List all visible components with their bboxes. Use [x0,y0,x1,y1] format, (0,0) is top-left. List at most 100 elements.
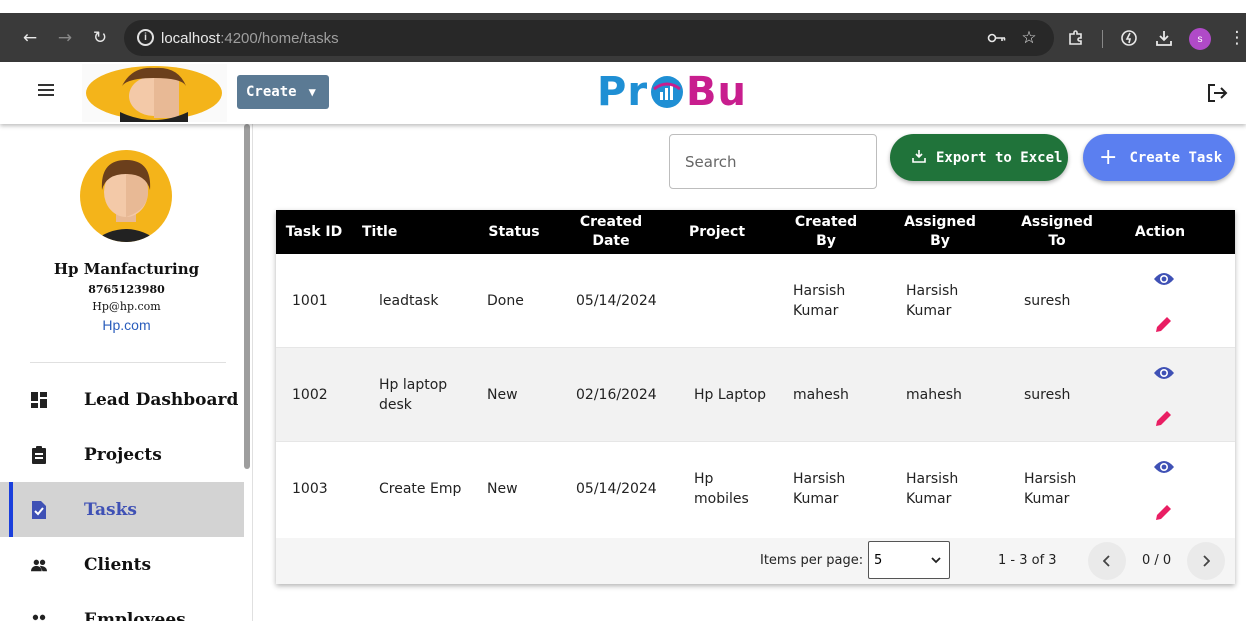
brand-chart-icon [651,76,684,108]
toolbar-separator [1102,30,1103,48]
cell-task-id: 1003 [292,481,328,497]
brand-text-left: Pr [597,69,649,115]
url-host: localhost [161,30,221,47]
cell-assigned-by: mahesh [906,387,962,403]
employees-icon [32,614,46,621]
items-per-page-label: Items per page: [760,553,864,568]
brand-text-right: Bu [686,69,748,115]
download-icon [912,149,926,167]
url-path: :4200/home/tasks [220,30,339,47]
clients-icon [31,559,47,571]
company-email: Hp@hp.com [92,300,161,313]
tasks-table: Task ID Title Status Created Date Projec… [276,210,1235,584]
caret-down-icon: ▼ [308,85,316,99]
edit-pencil-icon[interactable] [1156,410,1172,426]
cell-status: Done [487,293,524,309]
edit-pencil-icon[interactable] [1156,504,1172,520]
sidebar-item-label: Tasks [84,499,137,520]
view-eye-icon[interactable] [1153,459,1175,475]
download-icon[interactable] [1152,26,1176,50]
cell-title: Hp laptop desk [379,377,448,413]
company-avatar [80,150,172,242]
next-page-button[interactable] [1187,542,1225,580]
header-status: Status [488,223,540,240]
header-avatar [82,64,227,122]
sidebar-item-label: Clients [84,554,152,575]
performance-icon[interactable] [1117,26,1141,50]
header-created-by: Created By [794,214,858,249]
forward-arrow-icon[interactable]: → [51,13,79,62]
header-title: Title [362,223,398,240]
chevron-right-icon [1203,555,1210,567]
view-eye-icon[interactable] [1153,271,1175,287]
sidebar-item-clients[interactable]: Clients [0,537,244,592]
company-website-link[interactable]: Hp.com [0,317,253,333]
cell-status: New [487,481,518,497]
brand-logo: Pr Bu [597,69,748,115]
table-row: 1001 leadtask Done 05/14/2024 Harsish Ku… [276,254,1235,348]
sidebar-item-label: Employees [84,609,186,621]
cell-assigned-to: Harsish Kumar [1024,471,1077,507]
cell-assigned-by: Harsish Kumar [906,471,959,507]
sidebar: Hp Manfacturing 8765123980 Hp@hp.com Hp.… [0,124,253,621]
create-button-label: Create [246,84,297,100]
chevron-left-icon [1103,555,1110,567]
site-info-icon[interactable]: i [137,29,154,46]
items-per-page-select[interactable]: 5 [868,541,950,579]
cell-status: New [487,387,518,403]
page-range-label: 1 - 3 of 3 [998,553,1057,568]
cell-task-id: 1001 [292,293,328,309]
reload-icon[interactable]: ↻ [86,13,114,62]
sidebar-item-lead-dashboard[interactable]: Lead Dashboard [0,372,244,427]
menu-hamburger-icon[interactable] [38,84,54,98]
company-phone: 8765123980 [88,283,165,296]
header-task-id: Task ID [285,223,343,240]
export-button-label: Export to Excel [936,149,1063,166]
clipboard-icon [32,445,46,464]
search-input[interactable] [669,134,877,189]
edit-pencil-icon[interactable] [1156,316,1172,332]
header-created-date: Created Date [579,214,643,249]
prev-page-button[interactable] [1088,542,1126,580]
create-dropdown-button[interactable]: Create ▼ [237,75,329,109]
export-to-excel-button[interactable]: Export to Excel [890,134,1068,181]
logout-icon[interactable] [1206,82,1228,104]
sidebar-item-employees[interactable]: Employees [0,592,244,621]
window-top-strip [0,0,1246,13]
header-assigned-by: Assigned By [904,214,976,249]
browser-menu-icon[interactable]: ⋮ [1225,26,1246,50]
task-icon [32,500,46,519]
back-arrow-icon[interactable]: ← [16,13,44,62]
profile-avatar[interactable]: s [1189,28,1211,50]
header-action: Action [1134,223,1186,240]
company-name: Hp Manfacturing [53,260,200,278]
browser-chrome: ← → ↻ i localhost:4200/home/tasks ☆ s ⋮ [0,0,1246,62]
cell-title: Create Emp [379,481,462,497]
cell-created-by: Harsish Kumar [793,283,846,319]
sidebar-item-label: Lead Dashboard [84,389,239,410]
table-row: 1002 Hp laptop desk New 02/16/2024 Hp La… [276,348,1235,442]
extensions-puzzle-icon[interactable] [1064,26,1088,50]
password-key-icon[interactable] [985,26,1009,50]
sidebar-divider [30,362,226,363]
header-project: Project [688,223,746,240]
address-bar-url[interactable]: localhost:4200/home/tasks [161,30,339,47]
sidebar-item-tasks[interactable]: Tasks [0,482,244,537]
create-task-button-label: Create Task [1129,149,1223,166]
table-header: Task ID Title Status Created Date Projec… [276,210,1235,254]
cell-assigned-by: Harsish Kumar [906,283,959,319]
sidebar-item-projects[interactable]: Projects [0,427,244,482]
create-task-button[interactable]: + Create Task [1083,134,1235,181]
plus-icon: + [1099,145,1118,170]
table-row: 1003 Create Emp New 05/14/2024 Hp mobile… [276,442,1235,536]
items-per-page-value: 5 [874,552,883,568]
dashboard-icon [31,391,47,408]
app-header: Create ▼ Pr Bu [0,62,1246,124]
cell-created-date: 05/14/2024 [576,481,657,497]
page-indicator: 0 / 0 [1142,553,1172,568]
cell-created-date: 05/14/2024 [576,293,657,309]
view-eye-icon[interactable] [1153,365,1175,381]
sidebar-item-label: Projects [84,444,162,465]
cell-project: Hp mobiles [694,471,749,507]
bookmark-star-icon[interactable]: ☆ [1017,26,1041,50]
